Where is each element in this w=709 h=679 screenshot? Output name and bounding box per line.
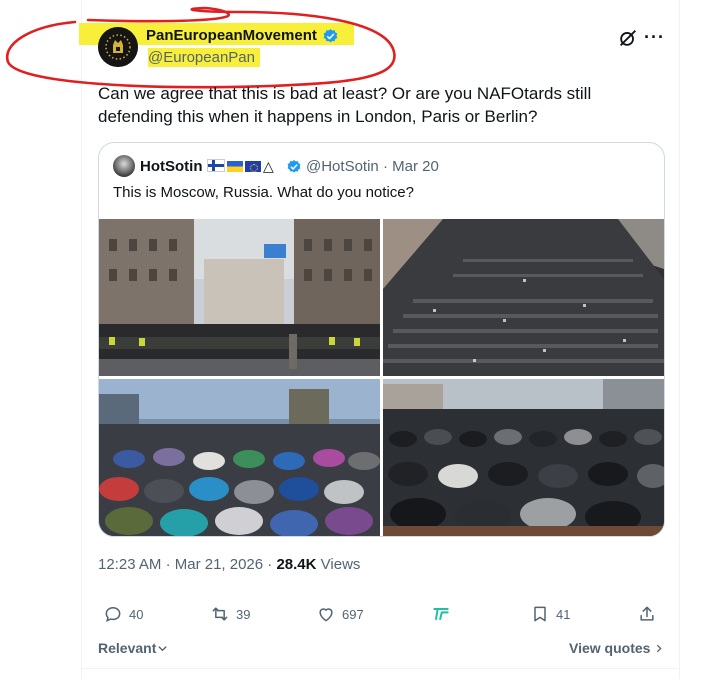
repost-button[interactable]: 39	[210, 604, 250, 624]
like-icon	[319, 608, 333, 622]
more-icon[interactable]: ···	[644, 27, 665, 48]
tweet-time[interactable]: 12:23 AM	[98, 556, 161, 573]
quoted-tweet-card[interactable]: HotSotin △ @HotSotin · Mar 20 This is Mo…	[98, 142, 665, 537]
tweet-text: Can we agree that this is bad at least? …	[98, 84, 592, 126]
photo-grid	[99, 219, 664, 536]
grok-icon[interactable]	[617, 27, 639, 49]
quoted-tweet-text: This is Moscow, Russia. What do you noti…	[113, 184, 414, 201]
verified-icon	[323, 29, 338, 43]
ukraine-flag-icon	[227, 161, 243, 172]
share-icon	[640, 606, 654, 621]
bookmark-count: 41	[556, 606, 571, 622]
chevron-down-icon	[158, 646, 168, 652]
avatar-emblem-icon	[98, 27, 138, 67]
author-avatar[interactable]	[98, 27, 138, 67]
view-quotes-label: View quotes	[569, 640, 651, 656]
triangle-icon: △	[263, 158, 274, 174]
like-count: 697	[342, 606, 364, 622]
repost-count: 39	[236, 606, 251, 622]
views-count: 28.4K	[276, 556, 317, 573]
photo-2[interactable]	[383, 219, 664, 376]
share-button[interactable]	[637, 604, 657, 624]
tweet-actions-bar: 40 39 697 41	[98, 604, 663, 628]
timeline-left-border	[81, 0, 82, 679]
verified-icon	[287, 160, 301, 173]
author-display-name[interactable]: PanEuropeanMovement	[146, 27, 317, 44]
quoted-author-handle-date[interactable]: @HotSotin · Mar 20	[306, 158, 439, 175]
quoted-author-flags: △	[207, 158, 274, 175]
tweet-meta: 12:23 AM · Mar 21, 2026 · 28.4K Views	[98, 556, 360, 573]
bookmark-icon	[534, 606, 546, 622]
tweet-date[interactable]: · Mar 21, 2026 ·	[166, 556, 273, 573]
photo-1[interactable]	[99, 219, 380, 376]
grok-share-icon	[433, 608, 449, 620]
finland-flag-icon	[207, 159, 225, 172]
photo-3[interactable]	[99, 379, 380, 536]
grok-share-button[interactable]	[431, 604, 451, 624]
photo-4[interactable]	[383, 379, 664, 536]
eu-flag-icon	[245, 161, 261, 172]
divider	[81, 668, 680, 669]
quoted-author-name[interactable]: HotSotin	[140, 158, 202, 175]
views-label: Views	[320, 556, 361, 573]
chevron-right-icon	[657, 644, 662, 653]
bookmark-button[interactable]: 41	[530, 604, 570, 624]
timeline-right-border	[679, 0, 680, 679]
reply-button[interactable]: 40	[103, 604, 143, 624]
reply-count: 40	[129, 606, 144, 622]
author-handle[interactable]: @EuropeanPan	[148, 49, 255, 66]
quoted-author-handle[interactable]: @HotSotin	[306, 158, 379, 175]
like-button[interactable]: 697	[316, 604, 364, 624]
quoted-author-avatar[interactable]	[113, 155, 135, 177]
view-quotes-link[interactable]: View quotes	[569, 640, 664, 656]
reply-icon	[105, 606, 121, 623]
repost-icon	[212, 607, 228, 621]
sort-label: Relevant	[98, 640, 157, 656]
sort-relevant-dropdown[interactable]: Relevant	[98, 640, 168, 656]
quoted-tweet-date[interactable]: · Mar 20	[383, 158, 439, 175]
